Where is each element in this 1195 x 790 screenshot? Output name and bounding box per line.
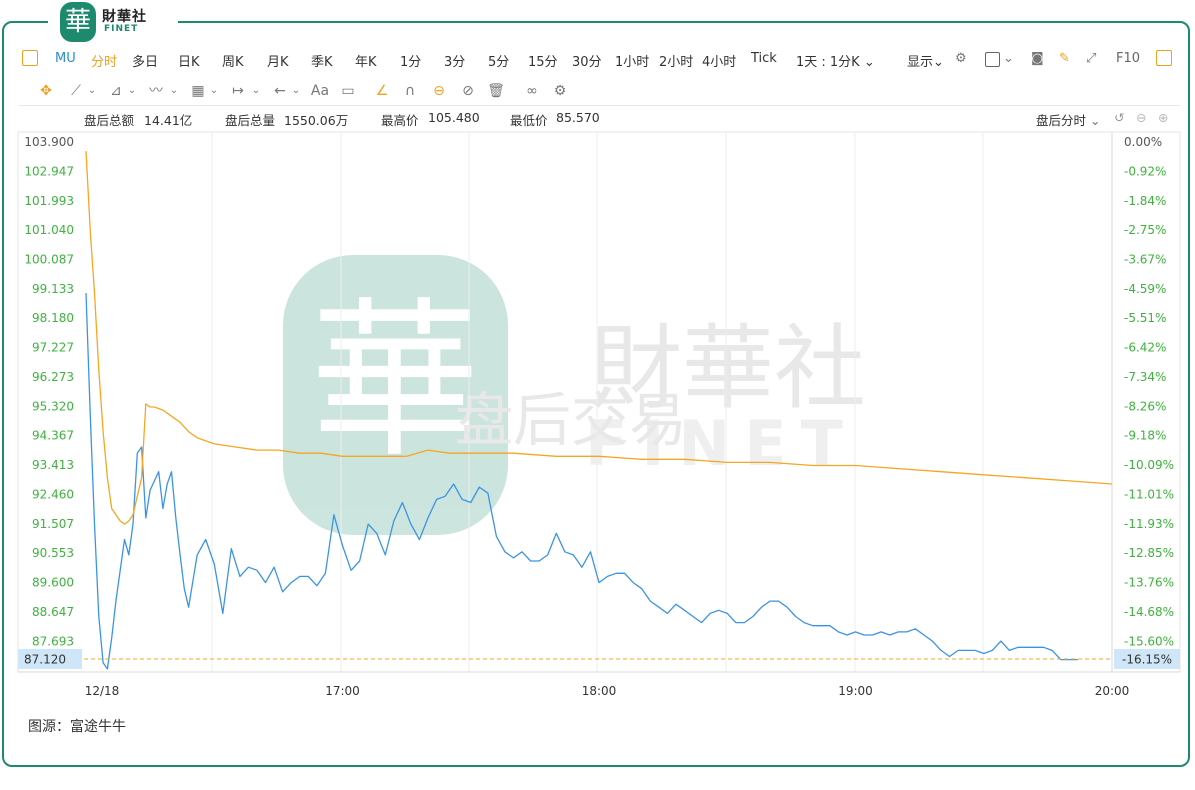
- tab-period-5[interactable]: 季K: [311, 51, 333, 70]
- period-select[interactable]: 1天 : 1分K ⌄: [796, 51, 875, 70]
- tab-period-11[interactable]: 30分: [572, 51, 602, 70]
- drawing-toolbar: ✥ ⟋ ⌄ ⊿ ⌄ 〰 ⌄ ▦ ⌄ ↦ ⌄ ← ⌄ Aa ▭ ∠ ∩ ⊖ ⊘ 🗑…: [18, 78, 1180, 104]
- reset-icon[interactable]: ↺: [1114, 110, 1124, 125]
- fullscreen-icon[interactable]: ⤢: [1086, 51, 1096, 66]
- brand-name: 財華社: [102, 9, 147, 25]
- tab-period-15[interactable]: Tick: [751, 51, 777, 66]
- chevron-down-icon[interactable]: ⌄: [204, 82, 224, 100]
- settings-gear-icon[interactable]: ⚙: [955, 51, 967, 66]
- comment-icon[interactable]: ▭: [338, 82, 358, 100]
- toolbar-divider: [18, 105, 1180, 106]
- tab-period-6[interactable]: 年K: [355, 51, 377, 70]
- pen-icon[interactable]: ∠: [372, 82, 392, 100]
- total-volume-label: 盘后总量: [225, 113, 276, 128]
- chevron-down-icon[interactable]: ⌄: [122, 82, 142, 100]
- chevron-down-icon[interactable]: ⌄: [82, 82, 102, 100]
- settings-icon[interactable]: ⚙: [550, 82, 570, 100]
- tab-period-13[interactable]: 2小时: [659, 51, 693, 70]
- tab-period-9[interactable]: 5分: [488, 51, 509, 70]
- low-value: 85.570: [556, 110, 600, 125]
- magnet-icon[interactable]: ∩: [400, 82, 420, 100]
- chevron-down-icon[interactable]: ⌄: [246, 82, 266, 100]
- chevron-down-icon: ⌄: [933, 55, 944, 70]
- chevron-down-icon[interactable]: ⌄: [1003, 51, 1014, 66]
- text-icon[interactable]: Aa: [310, 82, 330, 100]
- tab-period-12[interactable]: 1小时: [615, 51, 649, 70]
- side-panel-icon[interactable]: [1156, 50, 1172, 66]
- brand-seal-icon: 華: [60, 2, 96, 42]
- chevron-down-icon: ⌄: [863, 55, 875, 70]
- high-label: 最高价: [381, 113, 419, 128]
- lock-icon[interactable]: ⊖: [429, 82, 449, 100]
- card-frame: [2, 21, 1190, 767]
- tab-period-3[interactable]: 周K: [222, 51, 244, 70]
- brand-logo: 華 財華社 FINET: [48, 0, 178, 44]
- zoom-in-icon[interactable]: ⊕: [1158, 110, 1168, 125]
- high-value: 105.480: [428, 110, 480, 125]
- mode-select[interactable]: 盘后分时 ⌄: [1036, 110, 1100, 129]
- tab-period-7[interactable]: 1分: [400, 51, 421, 70]
- tab-period-0[interactable]: 分时: [91, 51, 117, 70]
- wave-icon[interactable]: 〰: [146, 82, 166, 100]
- checkbox-icon[interactable]: [985, 52, 1000, 67]
- tab-period-8[interactable]: 3分: [444, 51, 465, 70]
- tab-period-2[interactable]: 日K: [178, 51, 200, 70]
- hide-icon[interactable]: ⊘: [458, 82, 478, 100]
- chevron-down-icon: ⌄: [1090, 113, 1101, 128]
- tab-period-10[interactable]: 15分: [528, 51, 558, 70]
- panel-toggle-icon[interactable]: [22, 50, 38, 66]
- source-caption: 图源：富途牛牛: [28, 719, 126, 735]
- zoom-out-icon[interactable]: ⊖: [1136, 110, 1146, 125]
- symbol-label[interactable]: MU: [55, 51, 76, 66]
- camera-icon[interactable]: ◙: [1031, 51, 1044, 66]
- f10-button[interactable]: F10: [1116, 51, 1140, 66]
- display-menu-label: 显示: [907, 55, 934, 70]
- brand-name-en: FINET: [104, 24, 139, 34]
- chevron-down-icon[interactable]: ⌄: [164, 82, 184, 100]
- tab-period-14[interactable]: 4小时: [702, 51, 736, 70]
- period-select-value: 1天 : 1分K: [796, 55, 860, 70]
- mode-select-value: 盘后分时: [1036, 113, 1087, 128]
- link-icon[interactable]: ∞: [522, 82, 542, 100]
- display-menu[interactable]: 显示⌄: [907, 51, 944, 70]
- measure-icon[interactable]: ↦: [228, 82, 248, 100]
- pencil-icon[interactable]: ✎: [1059, 51, 1070, 66]
- total-volume-value: 1550.06万: [284, 113, 349, 128]
- chevron-down-icon[interactable]: ⌄: [286, 82, 306, 100]
- total-amount-value: 14.41亿: [144, 113, 193, 128]
- tab-period-1[interactable]: 多日: [132, 51, 158, 70]
- tab-period-4[interactable]: 月K: [267, 51, 289, 70]
- period-toolbar: MU 分时 多日 日K 周K 月K 季K 年K 1分 3分 5分 15分 30分…: [18, 46, 1180, 74]
- trash-icon[interactable]: 🗑: [486, 82, 506, 100]
- low-label: 最低价: [510, 113, 548, 128]
- total-amount-label: 盘后总额: [84, 113, 135, 128]
- move-icon[interactable]: ✥: [36, 82, 56, 100]
